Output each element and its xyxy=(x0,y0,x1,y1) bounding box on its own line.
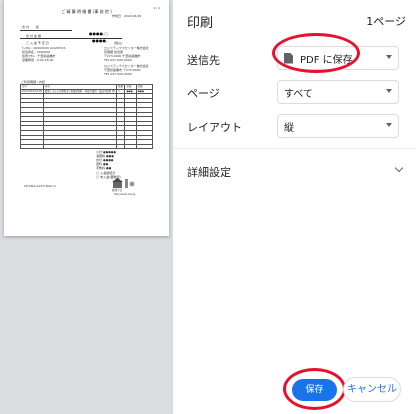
preview-sub-masked: ●●●●, xyxy=(92,38,108,43)
preview-customer: 合 計 様 xyxy=(22,25,39,29)
more-settings-toggle[interactable]: 詳細設定 xyxy=(173,148,416,188)
preview-header-date: 2021/04/16 xyxy=(124,14,142,18)
chevron-down-icon xyxy=(386,123,392,127)
destination-value: PDF に保存 xyxy=(300,54,353,66)
preview-logo-url: http://souko-navi.jp xyxy=(114,193,136,196)
preview-document-title: ご 精 算 明 細 書 (事 前 控 ) xyxy=(61,9,112,14)
pages-select[interactable]: すべて xyxy=(277,80,399,104)
preview-right-row: TEL 047-000-0000 xyxy=(104,58,132,62)
document-icon xyxy=(284,52,293,64)
preview-right-row: TEL 047-000-0000 xyxy=(104,72,132,76)
chevron-down-icon xyxy=(386,55,392,59)
preview-sub-label: ご 入 金 予 定 日 xyxy=(26,41,49,45)
page-count: 1ページ xyxy=(366,15,406,28)
layout-label: レイアウト xyxy=(187,121,242,134)
preview-page: 1 / 1 ご 精 算 明 細 書 (事 前 控 ) 作成日 2021/04/1… xyxy=(4,0,169,236)
preview-logo: 倉庫ナビ http://souko-navi.jp xyxy=(110,175,140,196)
more-settings-label: 詳細設定 xyxy=(187,166,231,179)
chevron-down-icon xyxy=(394,163,404,173)
cancel-button[interactable]: キャンセル xyxy=(343,377,401,402)
print-preview-pane[interactable]: 1 / 1 ご 精 算 明 細 書 (事 前 控 ) 作成日 2021/04/1… xyxy=(0,0,173,414)
pages-value: すべて xyxy=(284,88,313,100)
preview-summary-row: 手数料 ●● xyxy=(96,166,112,170)
print-settings-panel: 印刷 1ページ 送信先 PDF に保存 ページ すべて レイアウト 縦 詳細設定… xyxy=(173,0,416,414)
preview-footer-code: CE-DRA-0123-4567-A xyxy=(24,184,56,188)
destination-label: 送信先 xyxy=(187,54,220,67)
save-button[interactable]: 保存 xyxy=(292,379,337,401)
preview-amount-masked: ●●●●,○ xyxy=(89,31,108,36)
preview-header-label: 作成日 xyxy=(112,14,122,18)
print-title: 印刷 xyxy=(187,16,214,31)
destination-select[interactable]: PDF に保存 xyxy=(277,46,399,70)
layout-select[interactable]: 縦 xyxy=(277,114,399,138)
preview-sub-note: (税込) xyxy=(114,41,123,45)
layout-value: 縦 xyxy=(284,122,294,134)
chevron-down-icon xyxy=(386,89,392,93)
pages-label: ページ xyxy=(187,87,220,100)
preview-table: 日付 内容 数量 単価 金額 2021/04/16 8:00 精算システム利用料… xyxy=(20,84,154,150)
preview-customer-rule xyxy=(20,30,72,31)
preview-left-row: 営業時間 : 9:00-18:00 xyxy=(22,58,54,62)
table-row xyxy=(20,143,154,150)
